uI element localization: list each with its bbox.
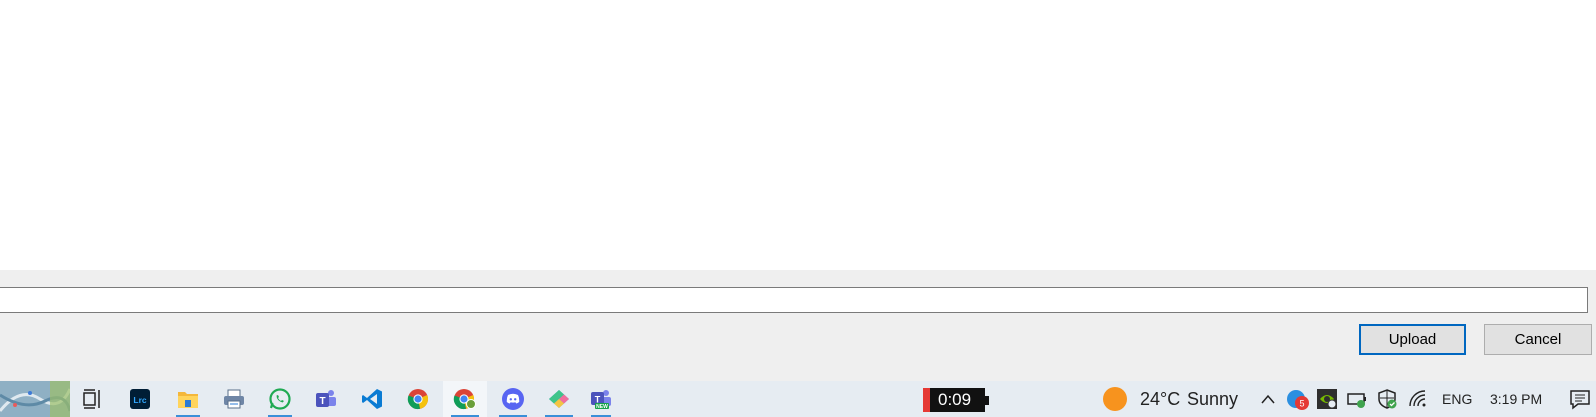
taskbar-app-chrome[interactable] xyxy=(398,381,438,417)
svg-text:T: T xyxy=(319,396,325,407)
cancel-button[interactable]: Cancel xyxy=(1484,324,1592,355)
chrome-profile-icon xyxy=(453,389,476,410)
task-view-button[interactable] xyxy=(74,381,110,417)
weather-widget[interactable] xyxy=(1099,381,1131,417)
printer-icon xyxy=(224,389,244,409)
tray-power[interactable] xyxy=(1344,381,1370,417)
taskbar-app-print[interactable] xyxy=(214,381,254,417)
shield-check-icon xyxy=(1378,389,1397,409)
whatsapp-icon xyxy=(269,388,291,410)
timer-value: 0:09 xyxy=(938,390,972,409)
teams-icon: T xyxy=(316,390,336,407)
power-device-icon xyxy=(1347,393,1366,408)
taskbar-app-file-explorer[interactable] xyxy=(168,381,208,417)
start-thumbnail-icon xyxy=(0,381,70,417)
tray-nvidia[interactable] xyxy=(1314,381,1340,417)
weather-condition[interactable]: Sunny xyxy=(1187,381,1238,417)
taskbar-app-vscode[interactable] xyxy=(352,381,392,417)
taskbar-app-chrome-profile[interactable] xyxy=(443,381,487,417)
timer-recording-indicator xyxy=(923,388,930,412)
clock[interactable]: 3:19 PM xyxy=(1490,381,1542,417)
sun-icon xyxy=(1103,387,1127,411)
wifi-icon xyxy=(1409,390,1426,407)
file-explorer-icon xyxy=(178,392,198,408)
chevron-up-icon xyxy=(1261,394,1275,404)
tray-network[interactable] xyxy=(1404,381,1432,417)
timer-widget[interactable]: 0:09 xyxy=(923,388,989,412)
tray-app-badge-icon: 5 xyxy=(1287,390,1309,410)
lightroom-icon: Lrc xyxy=(130,389,150,409)
taskbar-app-diamond[interactable] xyxy=(537,381,581,417)
taskbar-app-teams[interactable]: T xyxy=(306,381,346,417)
svg-text:NEW: NEW xyxy=(596,404,608,410)
file-path-input[interactable] xyxy=(0,287,1588,313)
tray-windows-security[interactable] xyxy=(1374,381,1400,417)
svg-text:Lrc: Lrc xyxy=(133,395,147,405)
chrome-icon xyxy=(407,389,429,410)
taskbar: Lrc T T NEW 0:09 24°C Sunny 5 ENG 3:19 P… xyxy=(0,381,1596,417)
tray-notification-app[interactable]: 5 xyxy=(1285,381,1311,417)
diamond-app-icon xyxy=(549,390,569,408)
vscode-icon xyxy=(362,389,382,409)
weather-temperature[interactable]: 24°C xyxy=(1140,381,1180,417)
svg-text:5: 5 xyxy=(1299,399,1304,409)
taskbar-app-lightroom[interactable]: Lrc xyxy=(122,381,158,417)
start-button[interactable] xyxy=(0,381,70,417)
taskbar-app-discord[interactable] xyxy=(491,381,535,417)
task-view-icon xyxy=(83,389,100,409)
taskbar-app-whatsapp[interactable] xyxy=(260,381,300,417)
upload-button[interactable]: Upload xyxy=(1359,324,1466,355)
input-language[interactable]: ENG xyxy=(1442,381,1472,417)
teams-new-icon: T NEW xyxy=(591,390,611,410)
show-hidden-icons-button[interactable] xyxy=(1256,381,1280,417)
discord-icon xyxy=(502,388,524,410)
upload-dialog-bar: Upload Cancel xyxy=(0,270,1596,381)
nvidia-icon xyxy=(1317,389,1337,409)
content-area xyxy=(0,0,1596,270)
action-center-button[interactable] xyxy=(1566,381,1594,417)
taskbar-app-teams-new[interactable]: T NEW xyxy=(583,381,619,417)
notification-icon xyxy=(1570,390,1590,410)
